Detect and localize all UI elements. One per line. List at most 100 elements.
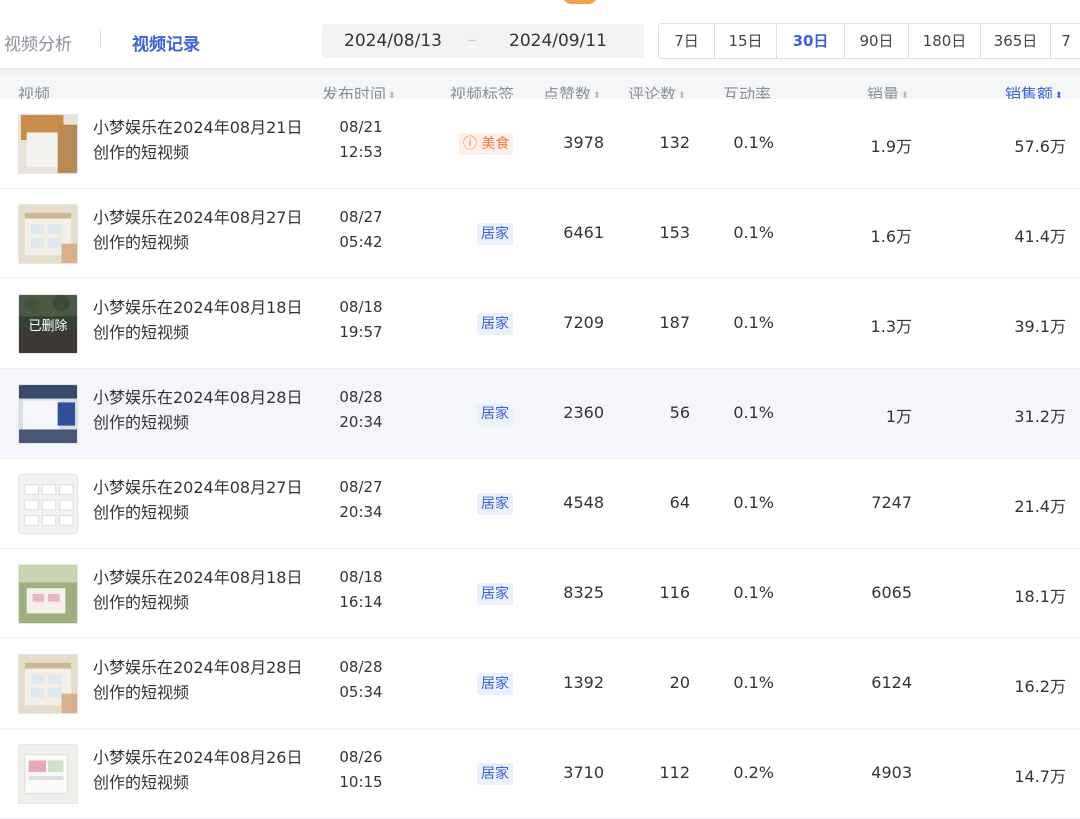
revenue-amount: 41.4万 — [1014, 227, 1066, 246]
table-row[interactable]: 小梦娱乐在2024年08月27日创作的短视频 08/27 05:42 居家 6461 15… — [0, 189, 1080, 279]
table-row[interactable]: 小梦娱乐在2024年08月26日创作的短视频 08/26 10:15 居家 3710 11… — [0, 729, 1080, 819]
table-row[interactable]: 小梦娱乐在2024年08月28日创作的短视频 08/28 20:34 居家 2360 56… — [0, 369, 1080, 459]
publish-time: 08/18 16:14 — [330, 565, 392, 615]
likes-count: 6461 — [563, 223, 604, 242]
video-title[interactable]: 小梦娱乐在2024年08月21日创作的短视频 — [93, 115, 303, 165]
tag-label: 居家 — [481, 676, 509, 692]
likes-count: 3978 — [563, 133, 604, 152]
publish-clock: 10:15 — [339, 773, 383, 791]
tag-label: 居家 — [481, 766, 509, 782]
video-thumbnail[interactable] — [18, 564, 78, 624]
likes-count: 1392 — [563, 673, 604, 692]
date-start[interactable]: 2024/08/13 — [344, 31, 442, 51]
publish-date: 08/18 — [339, 298, 383, 316]
table-row[interactable]: 小梦娱乐在2024年08月18日创作的短视频 08/18 16:14 居家 8325 11… — [0, 549, 1080, 639]
publish-clock: 05:42 — [339, 233, 383, 251]
video-tag: 居家 — [477, 583, 513, 605]
top-toolbar: 视频分析 视频记录 2024/08/13 – 2024/09/11 7日 15日 3… — [0, 0, 1080, 68]
interaction-rate: 0.1% — [733, 403, 774, 422]
comments-count: 56 — [669, 403, 690, 422]
date-end[interactable]: 2024/09/11 — [509, 31, 607, 51]
tag-label: 美食 — [481, 136, 510, 152]
tab-video-records[interactable]: 视频记录 — [132, 30, 200, 55]
publish-clock: 12:53 — [339, 143, 383, 161]
tag-label: 居家 — [481, 586, 509, 602]
date-separator: – — [468, 30, 476, 49]
video-thumbnail[interactable]: 已删除 — [18, 294, 78, 354]
table-row[interactable]: 已删除 小梦娱乐在2024年08月18日创作的短视频 08/18 19:57 居家 720… — [0, 279, 1080, 369]
video-tag: 居家 — [477, 673, 513, 695]
comments-count: 112 — [659, 763, 690, 782]
tab-divider — [100, 31, 101, 47]
video-tag: 居家 — [477, 763, 513, 785]
comments-count: 132 — [659, 133, 690, 152]
top-accent-shape — [562, 0, 598, 4]
revenue-amount: 14.7万 — [1014, 767, 1066, 786]
sales-count: 7247 — [871, 493, 912, 512]
tag-label: 居家 — [481, 406, 509, 422]
sales-count: 1万 — [885, 407, 912, 426]
video-thumbnail[interactable] — [18, 114, 78, 174]
publish-clock: 19:57 — [339, 323, 383, 341]
publish-time: 08/28 20:34 — [330, 385, 392, 435]
publish-date: 08/28 — [339, 658, 383, 676]
video-title[interactable]: 小梦娱乐在2024年08月26日创作的短视频 — [93, 745, 303, 795]
likes-count: 2360 — [563, 403, 604, 422]
publish-clock: 05:34 — [339, 683, 383, 701]
likes-count: 8325 — [563, 583, 604, 602]
revenue-amount: 39.1万 — [1014, 317, 1066, 336]
sales-count: 4903 — [871, 763, 912, 782]
video-title[interactable]: 小梦娱乐在2024年08月18日创作的短视频 — [93, 295, 303, 345]
interaction-rate: 0.2% — [733, 763, 774, 782]
video-title[interactable]: 小梦娱乐在2024年08月27日创作的短视频 — [93, 475, 303, 525]
video-tag: 居家 — [477, 223, 513, 245]
period-button[interactable]: 365日 — [981, 24, 1051, 58]
table-row[interactable]: 小梦娱乐在2024年08月27日创作的短视频 08/27 20:34 居家 4548 64… — [0, 459, 1080, 549]
video-thumbnail[interactable] — [18, 384, 78, 444]
table-row[interactable]: 小梦娱乐在2024年08月21日创作的短视频 08/21 12:53 ⓘ 美食 3978… — [0, 99, 1080, 189]
period-button[interactable]: 30日 — [777, 24, 845, 58]
video-thumbnail[interactable] — [18, 744, 78, 804]
video-title[interactable]: 小梦娱乐在2024年08月27日创作的短视频 — [93, 205, 303, 255]
video-thumbnail[interactable] — [18, 654, 78, 714]
publish-time: 08/26 10:15 — [330, 745, 392, 795]
revenue-amount: 31.2万 — [1014, 407, 1066, 426]
period-button[interactable]: 15日 — [715, 24, 777, 58]
likes-count: 3710 — [563, 763, 604, 782]
sales-count: 1.6万 — [870, 227, 912, 246]
period-selector: 7日 15日 30日 90日 180日 365日 7 — [658, 23, 1080, 59]
publish-date: 08/18 — [339, 568, 383, 586]
likes-count: 7209 — [563, 313, 604, 332]
table-row[interactable]: 小梦娱乐在2024年08月28日创作的短视频 08/28 05:34 居家 1392 20… — [0, 639, 1080, 729]
revenue-amount: 16.2万 — [1014, 677, 1066, 696]
video-tag: 居家 — [477, 403, 513, 425]
period-button[interactable]: 7 — [1051, 24, 1080, 58]
video-tag: 居家 — [477, 493, 513, 515]
interaction-rate: 0.1% — [733, 493, 774, 512]
period-button[interactable]: 180日 — [909, 24, 981, 58]
comments-count: 64 — [669, 493, 690, 512]
publish-date: 08/26 — [339, 748, 383, 766]
video-thumbnail[interactable] — [18, 474, 78, 534]
interaction-rate: 0.1% — [733, 583, 774, 602]
publish-time: 08/27 20:34 — [330, 475, 392, 525]
tag-label: 居家 — [481, 226, 509, 242]
publish-date: 08/27 — [339, 208, 383, 226]
video-title[interactable]: 小梦娱乐在2024年08月28日创作的短视频 — [93, 385, 303, 435]
video-title[interactable]: 小梦娱乐在2024年08月18日创作的短视频 — [93, 565, 303, 615]
video-tag: ⓘ 美食 — [459, 133, 514, 155]
publish-time: 08/21 12:53 — [330, 115, 392, 165]
comments-count: 187 — [659, 313, 690, 332]
period-button[interactable]: 90日 — [845, 24, 909, 58]
publish-time: 08/27 05:42 — [330, 205, 392, 255]
video-title[interactable]: 小梦娱乐在2024年08月28日创作的短视频 — [93, 655, 303, 705]
interaction-rate: 0.1% — [733, 313, 774, 332]
sales-count: 6124 — [871, 673, 912, 692]
date-range-picker[interactable]: 2024/08/13 – 2024/09/11 — [322, 24, 644, 58]
revenue-amount: 18.1万 — [1014, 587, 1066, 606]
video-thumbnail[interactable] — [18, 204, 78, 264]
period-button[interactable]: 7日 — [659, 24, 715, 58]
sales-count: 1.9万 — [870, 137, 912, 156]
interaction-rate: 0.1% — [733, 223, 774, 242]
tab-video-analysis[interactable]: 视频分析 — [4, 30, 72, 55]
